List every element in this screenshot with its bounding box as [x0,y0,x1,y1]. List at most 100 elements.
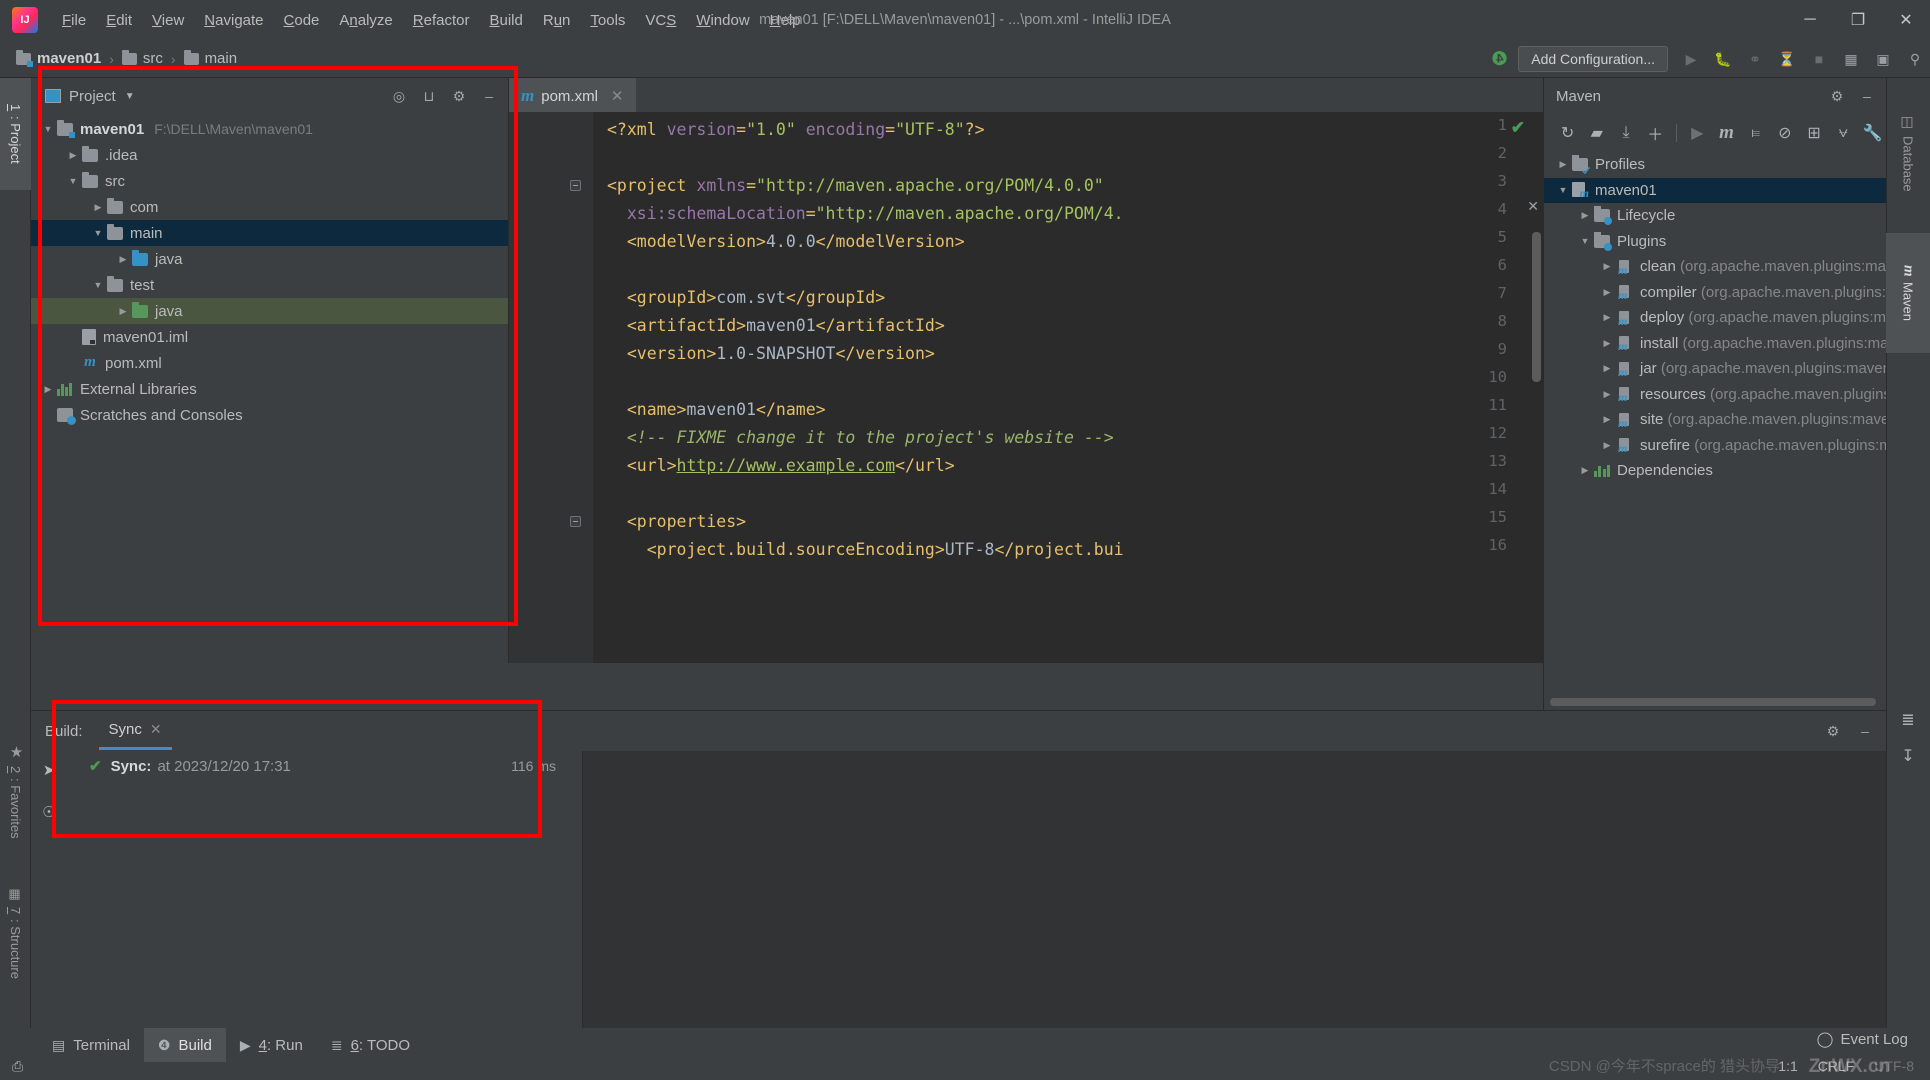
menu-item-refactor[interactable]: Refactor [403,8,480,33]
locate-icon[interactable]: ◎ [386,83,412,109]
breadcrumb-item-maven01[interactable]: maven01 [16,49,101,67]
twisty-collapsed-icon[interactable]: ▶ [1598,261,1616,272]
tab-pom-xml[interactable]: m pom.xml ✕ [509,78,636,112]
maven-tree-item-lifecycle[interactable]: ▶ Lifecycle [1544,203,1886,229]
build-hammer-icon[interactable]: ❹ [1491,48,1508,71]
twisty-expanded-icon[interactable]: ▼ [39,124,57,134]
breadcrumb-item-src[interactable]: src [121,49,163,67]
filter-icon[interactable]: ☉ [42,803,55,821]
search-icon[interactable]: ⚲ [1900,45,1930,73]
menu-item-window[interactable]: Window [686,8,759,33]
hide-icon[interactable]: ‒ [476,83,502,109]
build-sync-entry[interactable]: ✔ Sync: at 2023/12/20 17:31 116 ms [67,751,582,781]
project-tree-item-external-libraries[interactable]: ▶ External Libraries [31,376,508,402]
editor-vertical-scrollbar[interactable] [1532,232,1541,382]
pin-icon[interactable]: ➤ [43,761,56,779]
twisty-expanded-icon[interactable]: ▼ [64,176,82,186]
settings-icon[interactable]: ⚙ [446,83,472,109]
menu-item-run[interactable]: Run [533,8,581,33]
twisty-collapsed-icon[interactable]: ▶ [1598,312,1616,323]
collapse-all-icon[interactable]: ⊔ [416,83,442,109]
menu-item-build[interactable]: Build [479,8,532,33]
execute-maven-goal-icon[interactable]: m [1713,118,1740,148]
maximize-button[interactable]: ❐ [1834,0,1882,40]
file-encoding[interactable]: UTF-8 [1874,1058,1914,1074]
tab-sync[interactable]: Sync ✕ [98,712,172,750]
maven-tree-item-dependencies[interactable]: ▶ Dependencies [1544,458,1886,484]
menu-item-navigate[interactable]: Navigate [194,8,273,33]
sidebar-item-structure[interactable]: ▦ 7: Structure [0,863,31,1003]
maven-tree-item-profiles[interactable]: ▶ Profiles [1544,152,1886,178]
maven-tree-item-site[interactable]: ▶ site (org.apache.maven.plugins:maven-si… [1544,407,1886,433]
menu-item-tools[interactable]: Tools [580,8,635,33]
project-tree-item-test[interactable]: ▼ test [31,272,508,298]
project-tree-item-maven01-iml[interactable]: maven01.iml [31,324,508,350]
maven-tree-item-surefire[interactable]: ▶ surefire (org.apache.maven.plugins:mave… [1544,433,1886,459]
close-button[interactable]: ✕ [1882,0,1930,40]
close-icon[interactable]: ✕ [611,87,624,105]
menu-item-help[interactable]: Help [760,8,811,33]
add-maven-project-icon[interactable]: ＋ [1642,118,1669,148]
project-tree-item-pom-xml[interactable]: m pom.xml [31,350,508,376]
toggle-skip-tests-icon[interactable]: ⫢ [1742,118,1769,148]
breadcrumb-item-main[interactable]: main [183,49,237,67]
hide-icon[interactable]: ‒ [1852,718,1878,744]
run-with-coverage-icon[interactable]: ⚭ [1740,45,1770,73]
twisty-expanded-icon[interactable]: ▼ [1554,185,1572,195]
twisty-collapsed-icon[interactable]: ▶ [1576,465,1594,476]
error-marker-icon[interactable]: ✕ [1527,198,1539,215]
download-sources-icon[interactable]: ⤓ [1612,118,1639,148]
stop-icon[interactable]: ■ [1804,45,1834,73]
debug-icon[interactable]: 🐛 [1708,45,1738,73]
twisty-expanded-icon[interactable]: ▼ [1576,236,1594,246]
project-tree-item-java[interactable]: ▶ java [31,246,508,272]
code-content[interactable]: <?xml version="1.0" encoding="UTF-8"?> <… [593,112,1543,663]
editor-gutter[interactable] [509,112,593,663]
reload-all-maven-projects-icon[interactable]: ↻ [1554,118,1581,148]
collapse-all-icon[interactable]: ⩝ [1830,118,1857,148]
maven-tree-item-deploy[interactable]: ▶ deploy (org.apache.maven.plugins:maven-… [1544,305,1886,331]
minimize-button[interactable]: ─ [1786,0,1834,40]
twisty-collapsed-icon[interactable]: ▶ [39,384,57,395]
settings-icon[interactable]: ⚙ [1820,718,1846,744]
sidebar-item-project[interactable]: 1: Project [0,78,31,190]
menu-item-vcs[interactable]: VCS [635,8,686,33]
menu-item-analyze[interactable]: Analyze [329,8,402,33]
event-log-button[interactable]: ◯ Event Log [1817,1030,1908,1049]
settings-icon[interactable]: ⚙ [1824,83,1850,109]
twisty-collapsed-icon[interactable]: ▶ [89,202,107,213]
chevron-down-icon[interactable]: ▼ [125,91,135,102]
twisty-collapsed-icon[interactable]: ▶ [1576,210,1594,221]
maven-tree-item-jar[interactable]: ▶ jar (org.apache.maven.plugins:maven-jar… [1544,356,1886,382]
run-icon[interactable]: ▶ [1684,118,1711,148]
maven-tree-item-resources[interactable]: ▶ resources (org.apache.maven.plugins:mav… [1544,382,1886,408]
menu-item-edit[interactable]: Edit [96,8,142,33]
project-tree-item-com[interactable]: ▶ com [31,194,508,220]
project-tree-item-java[interactable]: ▶ java [31,298,508,324]
download-icon[interactable]: ↧ [1901,746,1914,766]
maven-tree-item-maven01[interactable]: ▼ maven01 [1544,177,1886,203]
profiler-icon[interactable]: ⏳ [1772,45,1802,73]
generate-sources-icon[interactable]: ▰ [1583,118,1610,148]
menu-item-file[interactable]: File [52,8,96,33]
caret-position[interactable]: 1:1 [1778,1058,1797,1074]
maven-tree-item-compiler[interactable]: ▶ compiler (org.apache.maven.plugins:mave… [1544,280,1886,306]
twisty-collapsed-icon[interactable]: ▶ [1598,440,1616,451]
updates-icon[interactable]: ▣ [1868,45,1898,73]
maven-tree-item-plugins[interactable]: ▼ Plugins [1544,229,1886,255]
project-tree-item-scratches-and-consoles[interactable]: Scratches and Consoles [31,402,508,428]
fold-collapse-icon[interactable] [569,515,582,528]
maven-tree-item-clean[interactable]: ▶ clean (org.apache.maven.plugins:maven-c… [1544,254,1886,280]
line-separator[interactable]: CRLF [1818,1058,1855,1074]
sidebar-item-favorites[interactable]: ★ 2: Favorites [0,723,31,858]
add-configuration-button[interactable]: Add Configuration... [1518,46,1668,72]
twisty-expanded-icon[interactable]: ▼ [89,280,107,290]
twisty-collapsed-icon[interactable]: ▶ [114,254,132,265]
code-editor[interactable]: 1 2 3 4 5 6 7 8 9 10 11 12 13 14 15 16 <?xml version="1… [509,112,1543,663]
hide-icon[interactable]: ‒ [1854,83,1880,109]
maven-tree-item-install[interactable]: ▶ install (org.apache.maven.plugins:maven… [1544,331,1886,357]
run-icon[interactable]: ▶ [1676,45,1706,73]
maven-settings-icon[interactable]: 🔧 [1859,118,1886,148]
twisty-expanded-icon[interactable]: ▼ [89,228,107,238]
twisty-collapsed-icon[interactable]: ▶ [1598,389,1616,400]
